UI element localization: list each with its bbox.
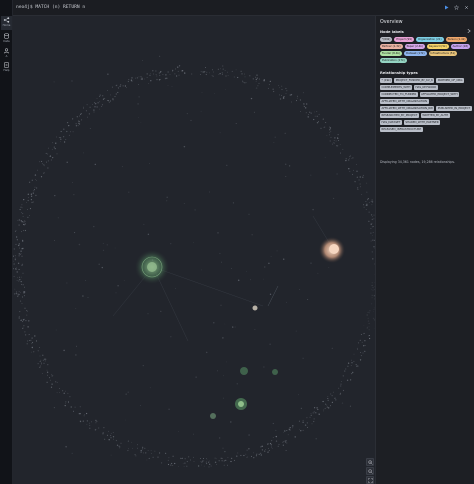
- overview-title: Overview: [380, 20, 403, 25]
- relationship-type-chip[interactable]: CONNECTED_TO_FUNDER: [380, 92, 418, 97]
- database-icon: [4, 33, 9, 39]
- relationship-type-chip[interactable]: HAS_KEYWORD: [413, 85, 438, 90]
- rail-item-user[interactable]: A: [1, 47, 12, 61]
- rail-item-data[interactable]: Data: [1, 32, 12, 46]
- navigation-rail: Home Data A Help: [0, 0, 13, 484]
- relationship-type-chip[interactable]: COMPLEMENTS_WITH: [380, 85, 412, 90]
- relationship-type-chip[interactable]: SHARED_WITH_PARTNER: [403, 120, 441, 125]
- node-cluster-peach[interactable]: [319, 237, 345, 263]
- star-icon: [454, 5, 459, 10]
- zoom-in-icon: [367, 459, 373, 465]
- relationship-type-chip[interactable]: RESEARCHED_BY_PROJECT: [380, 113, 419, 118]
- relationship-type-chip[interactable]: AFFILIATED_WITH_ORGANISATION: [380, 99, 429, 104]
- query-bar: neo4j$ MATCH (n) RETURN n: [13, 0, 474, 16]
- chevron-right-icon: [467, 28, 471, 34]
- node-label-chip[interactable]: Infrastructure (51): [428, 51, 458, 56]
- close-query-button[interactable]: [463, 4, 470, 11]
- node-label-chip[interactable]: Project (99): [394, 37, 414, 42]
- zoom-out-icon: [367, 468, 373, 474]
- node-cluster-green[interactable]: [135, 250, 169, 284]
- graph-visualization[interactable]: [13, 16, 375, 484]
- relationship-types-title: Relationship types: [380, 71, 418, 75]
- rail-item-help[interactable]: Help: [1, 61, 12, 75]
- user-icon: [4, 48, 9, 54]
- graph-canvas[interactable]: [13, 16, 375, 484]
- node-label-chip[interactable]: Dataset (17k): [404, 51, 427, 56]
- graph-icon: [3, 17, 10, 23]
- node-label-chip[interactable]: Keyword (5k): [426, 44, 449, 49]
- node-label-chip[interactable]: Publication (17k): [380, 58, 407, 63]
- relationship-type-chip[interactable]: * (19k): [380, 78, 393, 83]
- rail-label-help: Help: [3, 69, 10, 72]
- node-label-chip[interactable]: Author (18): [450, 44, 471, 49]
- relationship-type-chip[interactable]: AFFILIATED_WITH_ORGANISATION_RW: [380, 106, 435, 111]
- run-query-button[interactable]: [443, 4, 450, 11]
- collapse-panel-button[interactable]: [466, 19, 472, 34]
- graph-summary: Displaying 34,361 nodes, 19,286 relation…: [380, 160, 456, 164]
- rail-label-user: A: [5, 55, 8, 58]
- fit-to-screen-button[interactable]: [366, 476, 374, 484]
- node-cluster-lower[interactable]: [210, 367, 278, 419]
- node-label-chip[interactable]: Person (1.4k): [445, 37, 468, 42]
- relationship-type-chip[interactable]: PROJECT_FUNDED_BY_KV_K: [394, 78, 435, 83]
- rail-label-home: Home: [2, 24, 11, 27]
- node-labels-title: Node labels: [380, 30, 404, 34]
- favorite-button[interactable]: [453, 4, 460, 11]
- relationship-type-chip[interactable]: PUBLISHED_IN_PROJECT: [436, 106, 472, 111]
- scattered-nodes: [53, 55, 351, 456]
- relationship-type-chip[interactable]: HAS_DATASET: [380, 120, 402, 125]
- node-label-chip[interactable]: Organization (21): [416, 37, 444, 42]
- fit-screen-icon: [367, 477, 373, 483]
- rail-item-home[interactable]: Home: [1, 16, 12, 30]
- relationship-type-chip[interactable]: WRITTEN_BY_AUTH: [420, 113, 450, 118]
- node-label-chip[interactable]: *(69k): [380, 37, 393, 42]
- overview-panel: Overview Node labels *(69k) Project (99)…: [375, 16, 474, 484]
- relationship-types-list: * (19k) PROJECT_FUNDED_BY_KV_K PARTNER_O…: [380, 78, 472, 132]
- node-ring: [13, 65, 375, 468]
- relationship-type-chip[interactable]: AFFILIATED_PROJECT_WITH: [419, 92, 460, 97]
- document-icon: [4, 62, 9, 68]
- node-label-chip[interactable]: Partner (1.3k): [380, 44, 403, 49]
- node-labels-list: *(69k) Project (99) Organization (21) Pe…: [380, 37, 472, 63]
- node-single[interactable]: [252, 305, 258, 311]
- relationship-type-chip[interactable]: PARTNER_OF_ORG: [436, 78, 464, 83]
- zoom-controls: [366, 458, 375, 484]
- close-icon: [464, 5, 469, 10]
- zoom-out-button[interactable]: [366, 467, 374, 475]
- node-label-chip[interactable]: Paper (2.4k): [404, 44, 425, 49]
- relationship-type-chip[interactable]: RELEASED_INFRASTRUCTURE: [380, 127, 423, 132]
- node-label-chip[interactable]: Funder (8.4k): [380, 51, 403, 56]
- rail-label-data: Data: [3, 40, 10, 43]
- query-editor[interactable]: neo4j$ MATCH (n) RETURN n: [16, 5, 85, 10]
- play-icon: [445, 5, 449, 10]
- zoom-in-button[interactable]: [366, 458, 374, 466]
